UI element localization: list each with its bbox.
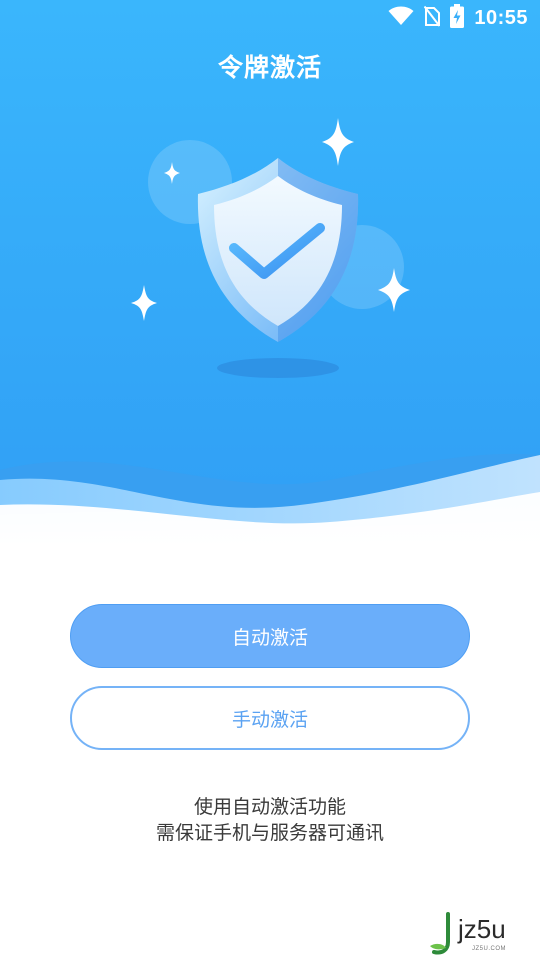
hint-line-1: 使用自动激活功能 [193, 796, 346, 818]
battery-charging-icon [450, 4, 465, 32]
activation-hint: 使用自动激活功能 需保证手机与服务器可通讯 [0, 794, 540, 846]
status-time: 10:55 [474, 6, 528, 29]
sparkle-icon [322, 118, 354, 166]
watermark-subtext: JZ5U.COM [472, 946, 506, 952]
status-bar: 10:55 [0, 0, 540, 36]
watermark-logo: jz5u JZ5U.COM [428, 912, 532, 956]
shield-check-icon [131, 118, 410, 378]
hint-line-2: 需保证手机与服务器可通讯 [155, 822, 384, 844]
shield-shadow [217, 358, 339, 378]
wifi-icon [388, 6, 414, 30]
status-icons: 10:55 [388, 4, 528, 32]
token-activation-screen: 10:55 令牌激活 自动激活 手动激活 使用自动激活功能 需保证手机与服务器可… [0, 0, 540, 960]
page-title: 令牌激活 [217, 53, 322, 82]
sparkle-icon [131, 285, 157, 321]
leaf-logo-icon [430, 912, 450, 955]
manual-activate-button[interactable]: 手动激活 [70, 686, 470, 750]
auto-activate-button[interactable]: 自动激活 [70, 604, 470, 668]
watermark-text: jz5u [458, 914, 506, 944]
no-sim-icon [424, 5, 441, 31]
